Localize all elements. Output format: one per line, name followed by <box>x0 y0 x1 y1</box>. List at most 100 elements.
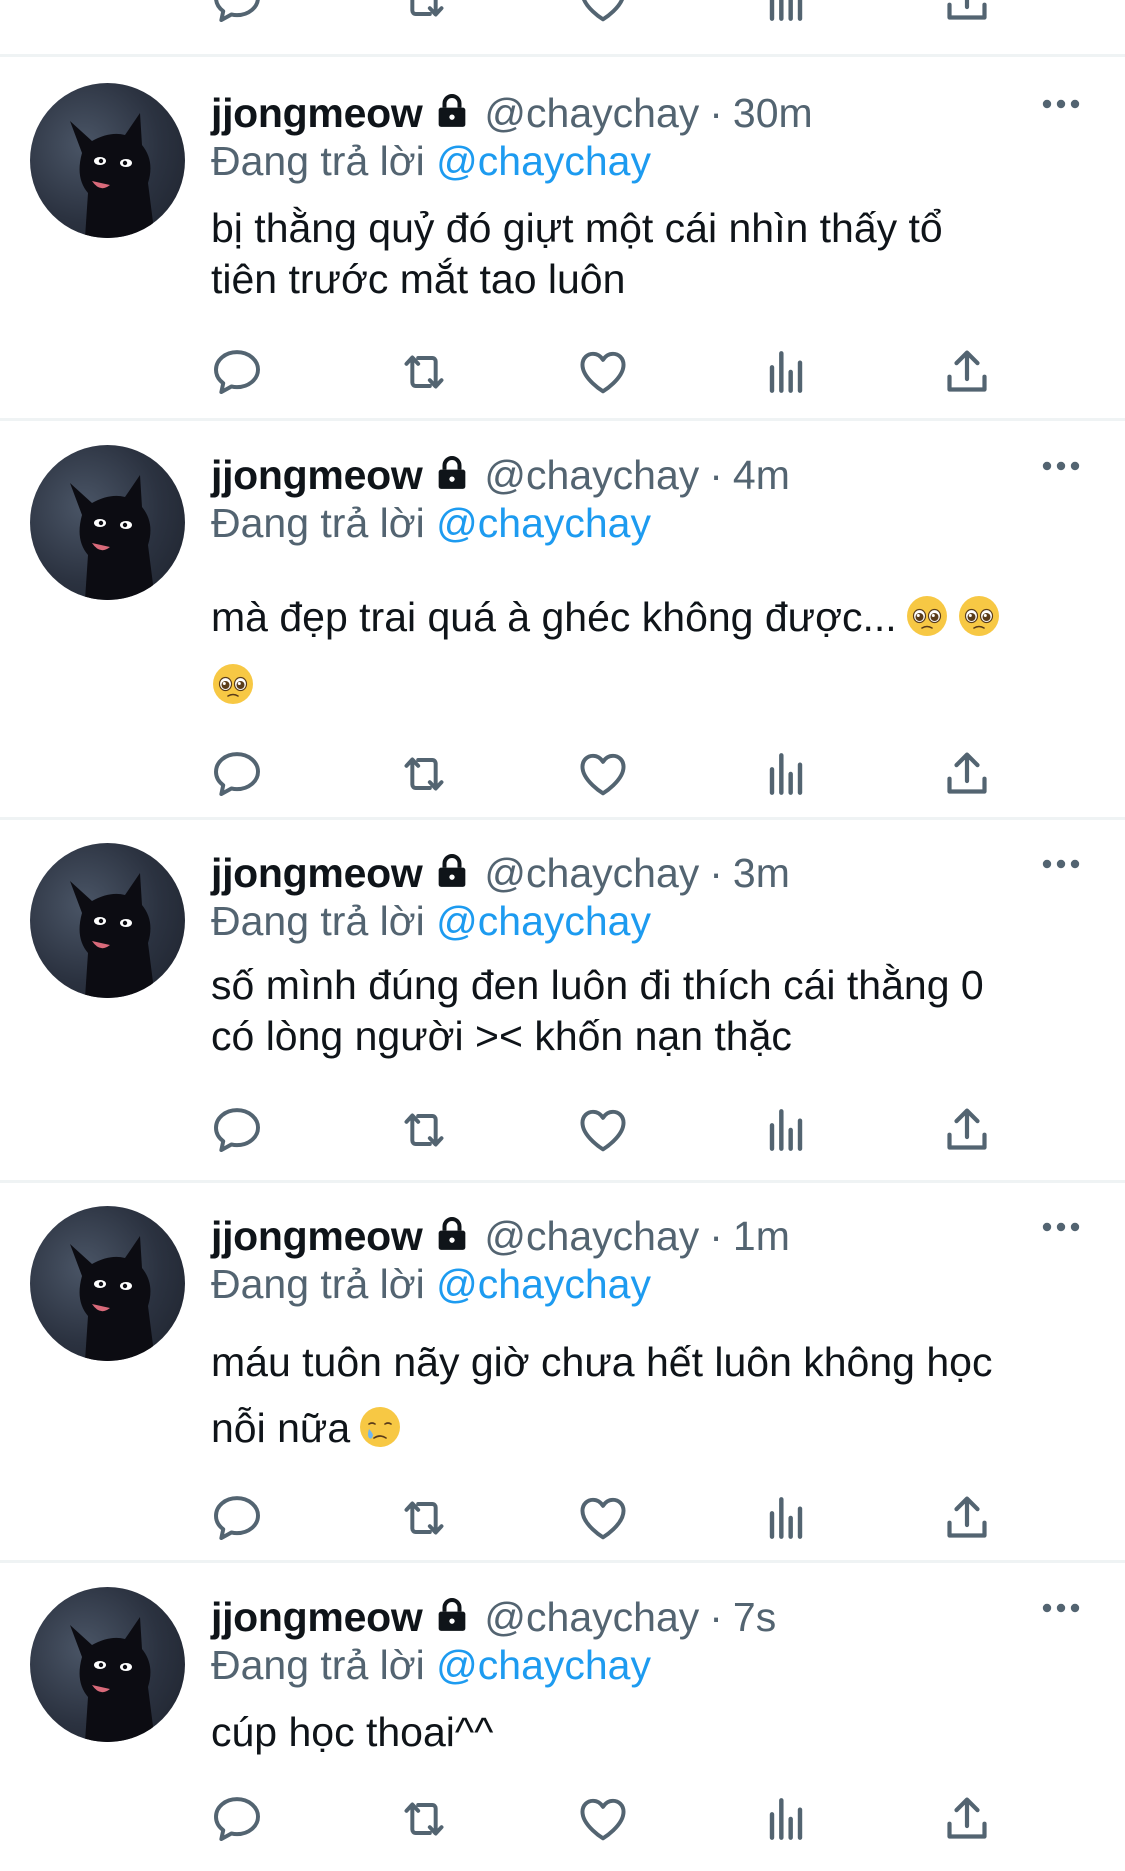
pleading-face-emoji <box>905 590 949 634</box>
lock-icon <box>432 453 472 503</box>
separator: · <box>709 452 723 498</box>
reply-mention[interactable]: @chaychay <box>436 1642 651 1688</box>
retweet-icon[interactable] <box>396 344 452 400</box>
share-icon[interactable] <box>939 0 995 28</box>
reply-prefix: Đang trả lời <box>211 500 425 546</box>
avatar[interactable] <box>30 843 185 998</box>
divider <box>0 418 1125 421</box>
tweet-text: cúp học thoai^^ <box>211 1707 1081 1758</box>
share-icon[interactable] <box>939 1490 995 1546</box>
like-icon[interactable] <box>575 1102 631 1158</box>
lock-icon <box>432 1595 472 1645</box>
action-bar <box>0 1102 1125 1158</box>
separator: · <box>709 90 723 136</box>
lock-icon <box>432 1214 472 1264</box>
retweet-icon[interactable] <box>396 1490 452 1546</box>
retweet-icon[interactable] <box>396 1102 452 1158</box>
like-icon[interactable] <box>575 1791 631 1847</box>
reply-prefix: Đang trả lời <box>211 138 425 184</box>
tweet-text-line: có lòng người >< khốn nạn thặc <box>211 1013 792 1059</box>
timestamp[interactable]: 4m <box>733 452 790 498</box>
divider <box>0 1180 1125 1183</box>
analytics-icon[interactable] <box>758 1102 814 1158</box>
tweet-text: mà đẹp trai quá à ghéc không được... <box>211 583 1081 719</box>
handle[interactable]: @chaychay <box>484 452 699 498</box>
display-name[interactable]: jjongmeow <box>211 452 423 498</box>
separator: · <box>709 850 723 896</box>
share-icon[interactable] <box>939 1791 995 1847</box>
reply-icon[interactable] <box>209 0 265 28</box>
like-icon[interactable] <box>575 746 631 802</box>
replying-to: Đang trả lời @chaychay <box>211 137 651 185</box>
more-options-icon[interactable] <box>1040 1601 1082 1615</box>
retweet-icon[interactable] <box>396 746 452 802</box>
analytics-icon[interactable] <box>758 1490 814 1546</box>
handle[interactable]: @chaychay <box>484 1213 699 1259</box>
reply-icon[interactable] <box>209 1490 265 1546</box>
divider <box>0 817 1125 820</box>
divider <box>0 1560 1125 1563</box>
more-options-icon[interactable] <box>1040 97 1082 111</box>
like-icon[interactable] <box>575 0 631 28</box>
tweet-text: máu tuôn nãy giờ chưa hết luôn không học… <box>211 1329 1081 1461</box>
reply-mention[interactable]: @chaychay <box>436 138 651 184</box>
action-bar-previous <box>0 0 1125 28</box>
timestamp[interactable]: 7s <box>733 1594 776 1640</box>
display-name[interactable]: jjongmeow <box>211 1213 423 1259</box>
reply-icon[interactable] <box>209 1102 265 1158</box>
share-icon[interactable] <box>939 1102 995 1158</box>
crying-face-emoji <box>358 1402 402 1446</box>
divider <box>0 54 1125 57</box>
action-bar <box>0 746 1125 802</box>
more-options-icon[interactable] <box>1040 1220 1082 1234</box>
avatar[interactable] <box>30 1206 185 1361</box>
tweet-text-line: số mình đúng đen luôn đi thích cái thằng… <box>211 962 984 1008</box>
handle[interactable]: @chaychay <box>484 1594 699 1640</box>
replying-to: Đang trả lời @chaychay <box>211 499 651 547</box>
analytics-icon[interactable] <box>758 746 814 802</box>
reply-mention[interactable]: @chaychay <box>436 898 651 944</box>
tweet-text-line: tiên trước mắt tao luôn <box>211 256 626 302</box>
reply-icon[interactable] <box>209 746 265 802</box>
retweet-icon[interactable] <box>396 0 452 28</box>
tweet-text: số mình đúng đen luôn đi thích cái thằng… <box>211 960 1081 1062</box>
reply-mention[interactable]: @chaychay <box>436 1261 651 1307</box>
avatar[interactable] <box>30 83 185 238</box>
reply-icon[interactable] <box>209 1791 265 1847</box>
lock-icon <box>432 91 472 141</box>
handle[interactable]: @chaychay <box>484 90 699 136</box>
tweet-text-line: máu tuôn nãy giờ chưa hết luôn không học <box>211 1339 993 1385</box>
analytics-icon[interactable] <box>758 344 814 400</box>
reply-prefix: Đang trả lời <box>211 898 425 944</box>
analytics-icon[interactable] <box>758 1791 814 1847</box>
tweet-header: jjongmeow @chaychay · 30m <box>211 89 813 137</box>
more-options-icon[interactable] <box>1040 459 1082 473</box>
replying-to: Đang trả lời @chaychay <box>211 1641 651 1689</box>
handle[interactable]: @chaychay <box>484 850 699 896</box>
share-icon[interactable] <box>939 746 995 802</box>
tweet-text-line: bị thằng quỷ đó giựt một cái nhìn thấy t… <box>211 205 943 251</box>
avatar[interactable] <box>30 1587 185 1742</box>
like-icon[interactable] <box>575 1490 631 1546</box>
timestamp[interactable]: 3m <box>733 850 790 896</box>
retweet-icon[interactable] <box>396 1791 452 1847</box>
more-options-icon[interactable] <box>1040 857 1082 871</box>
share-icon[interactable] <box>939 344 995 400</box>
like-icon[interactable] <box>575 344 631 400</box>
display-name[interactable]: jjongmeow <box>211 1594 423 1640</box>
analytics-icon[interactable] <box>758 0 814 28</box>
action-bar <box>0 1791 1125 1847</box>
action-bar <box>0 344 1125 400</box>
avatar[interactable] <box>30 445 185 600</box>
timestamp[interactable]: 1m <box>733 1213 790 1259</box>
pleading-face-emoji <box>957 590 1001 634</box>
display-name[interactable]: jjongmeow <box>211 850 423 896</box>
tweet-header: jjongmeow @chaychay · 7s <box>211 1593 776 1641</box>
display-name[interactable]: jjongmeow <box>211 90 423 136</box>
timestamp[interactable]: 30m <box>733 90 813 136</box>
reply-icon[interactable] <box>209 344 265 400</box>
replying-to: Đang trả lời @chaychay <box>211 1260 651 1308</box>
reply-mention[interactable]: @chaychay <box>436 500 651 546</box>
tweet-header: jjongmeow @chaychay · 1m <box>211 1212 790 1260</box>
separator: · <box>709 1213 723 1259</box>
